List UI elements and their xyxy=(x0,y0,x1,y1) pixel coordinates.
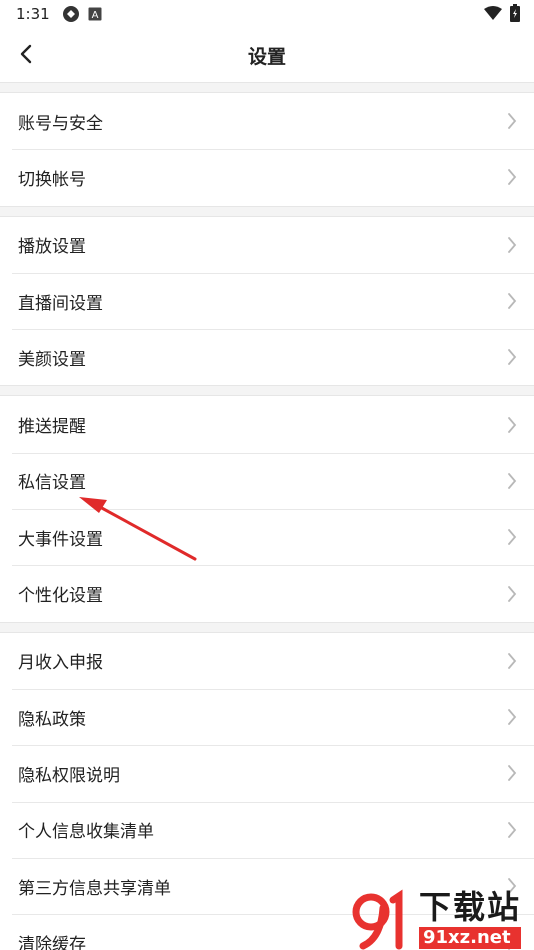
chevron-right-icon xyxy=(508,169,517,186)
group-separator xyxy=(0,82,534,93)
wifi-icon xyxy=(484,6,502,20)
chevron-right-icon xyxy=(508,529,517,546)
chevron-right-icon xyxy=(508,585,517,602)
settings-row[interactable]: 隐私权限说明 xyxy=(0,745,534,802)
back-button[interactable] xyxy=(10,38,42,70)
status-time: 1:31 xyxy=(16,5,50,23)
a-badge-icon: A xyxy=(88,7,102,21)
group-separator xyxy=(0,621,534,633)
chevron-right-icon xyxy=(508,709,517,726)
settings-row-label: 切换帐号 xyxy=(18,169,86,190)
settings-row[interactable]: 月收入申报 xyxy=(0,632,534,689)
settings-row-label: 个性化设置 xyxy=(18,586,103,607)
chevron-right-icon xyxy=(508,473,517,489)
chevron-right-icon xyxy=(508,821,517,838)
settings-row-label: 第三方信息共享清单 xyxy=(18,878,171,899)
settings-row-label: 清除缓存 xyxy=(18,934,86,950)
settings-row[interactable]: 第三方信息共享清单 xyxy=(0,857,534,915)
settings-row[interactable]: 个人信息收集清单 xyxy=(0,801,534,858)
status-bar: 1:31 A xyxy=(0,0,534,28)
status-right-icons xyxy=(484,4,520,22)
settings-row-label: 隐私政策 xyxy=(18,709,86,730)
chevron-left-icon xyxy=(20,44,32,64)
settings-row-label: 隐私权限说明 xyxy=(18,765,120,786)
settings-row-label: 直播间设置 xyxy=(18,293,103,314)
settings-row[interactable]: 推送提醒 xyxy=(0,396,534,453)
settings-row-label: 私信设置 xyxy=(18,473,86,494)
settings-row-label: 个人信息收集清单 xyxy=(18,822,154,843)
settings-row[interactable]: 账号与安全 xyxy=(0,93,534,150)
settings-list: 账号与安全切换帐号播放设置直播间设置美颜设置推送提醒私信设置大事件设置个性化设置… xyxy=(0,82,534,950)
chevron-right-icon xyxy=(508,416,517,433)
settings-row[interactable]: 隐私政策 xyxy=(0,688,534,746)
settings-row[interactable]: 播放设置 xyxy=(0,216,534,273)
settings-row-label: 月收入申报 xyxy=(18,653,103,674)
settings-row[interactable]: 个性化设置 xyxy=(0,565,534,622)
settings-row[interactable]: 清除缓存 xyxy=(0,914,534,950)
svg-text:A: A xyxy=(91,10,98,21)
settings-row-label: 推送提醒 xyxy=(18,417,86,438)
group-separator xyxy=(0,385,534,397)
sync-icon xyxy=(62,6,79,22)
chevron-right-icon xyxy=(508,652,517,669)
settings-row[interactable]: 大事件设置 xyxy=(0,509,534,566)
settings-row[interactable]: 直播间设置 xyxy=(0,272,534,330)
settings-row[interactable]: 私信设置 xyxy=(0,452,534,510)
settings-row-label: 美颜设置 xyxy=(18,349,86,370)
chevron-right-icon xyxy=(508,236,517,253)
chevron-right-icon xyxy=(508,878,517,894)
status-left-icons: A xyxy=(62,5,102,23)
settings-row-label: 播放设置 xyxy=(18,237,86,258)
chevron-right-icon xyxy=(508,293,517,309)
group-separator xyxy=(0,205,534,217)
settings-row[interactable]: 切换帐号 xyxy=(0,149,534,206)
nav-bar: 设置 xyxy=(0,28,534,82)
chevron-right-icon xyxy=(508,113,517,130)
chevron-right-icon xyxy=(508,349,517,366)
settings-row-label: 账号与安全 xyxy=(18,113,103,134)
page-title: 设置 xyxy=(247,45,286,68)
settings-row-label: 大事件设置 xyxy=(18,529,103,550)
battery-icon xyxy=(510,4,520,22)
chevron-right-icon xyxy=(508,934,517,950)
settings-row[interactable]: 美颜设置 xyxy=(0,329,534,386)
chevron-right-icon xyxy=(508,765,517,782)
